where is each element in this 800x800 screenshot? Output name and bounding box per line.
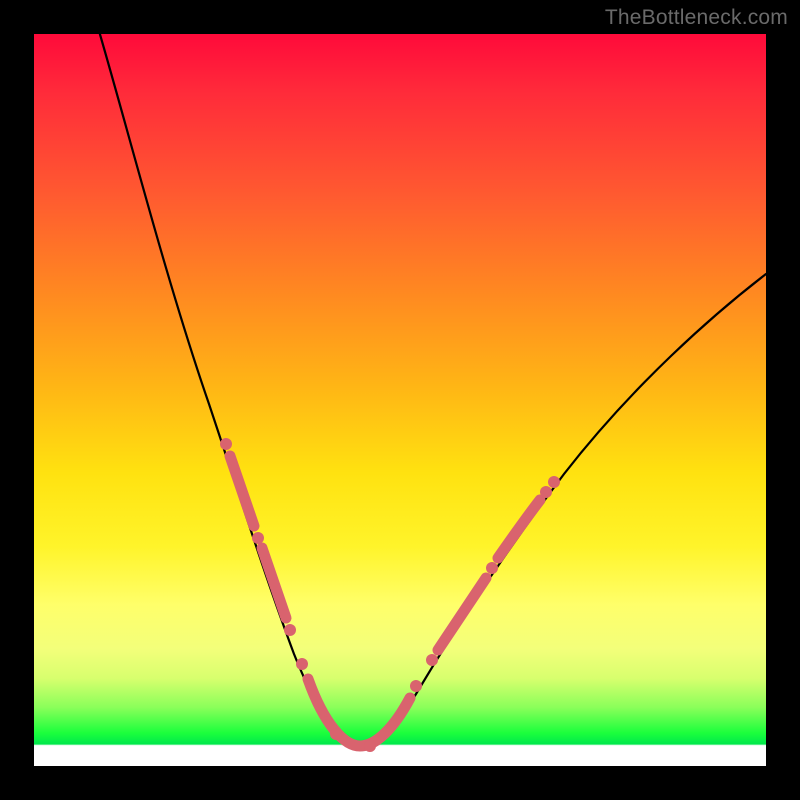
watermark-text: TheBottleneck.com [605,6,788,30]
bottleneck-curve [94,14,766,746]
highlight-dot [486,562,498,574]
bottleneck-curve-svg [34,34,766,766]
highlight-dot [540,486,552,498]
highlight-dot [410,680,422,692]
highlight-dot [426,654,438,666]
highlight-right-branch-2 [498,500,540,558]
highlight-dot [296,658,308,670]
highlight-dot [364,740,376,752]
chart-frame: TheBottleneck.com [0,0,800,800]
highlight-dot [330,728,342,740]
highlight-trough [308,679,410,746]
plot-area [34,34,766,766]
highlight-dot [284,624,296,636]
highlight-left-branch [230,456,254,526]
highlight-dot [548,476,560,488]
highlight-dot [252,532,264,544]
highlight-left-branch-2 [262,548,286,618]
highlight-dot [220,438,232,450]
highlight-right-branch [438,578,486,650]
